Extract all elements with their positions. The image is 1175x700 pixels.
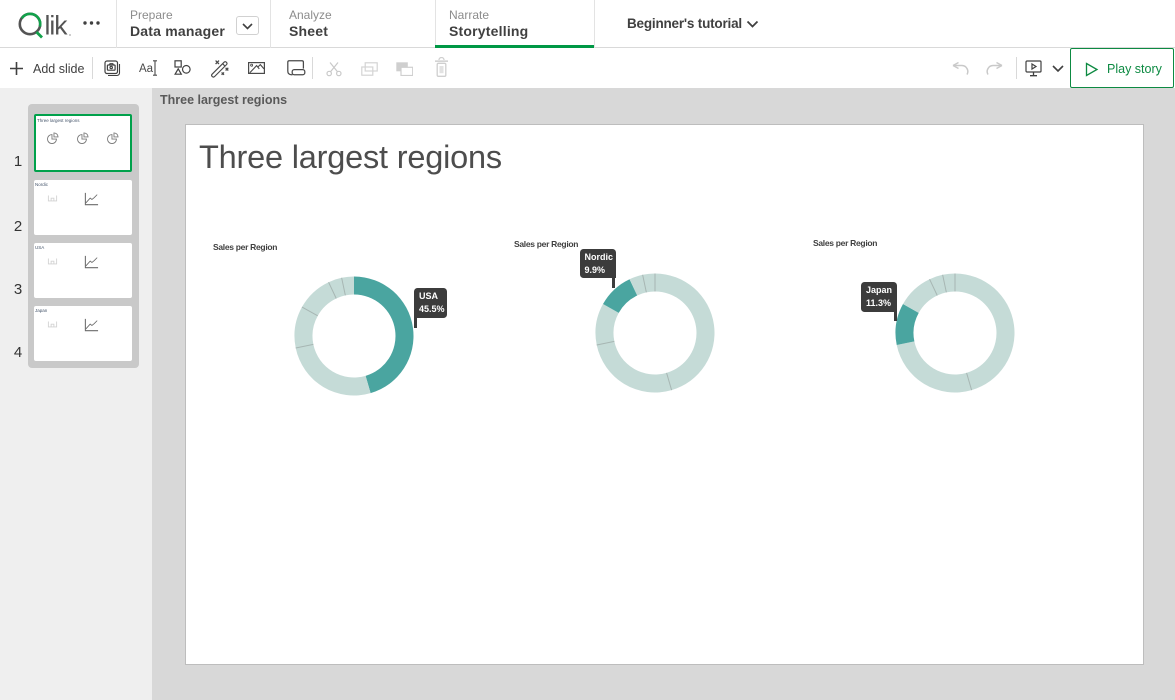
svg-text:lik: lik [45, 11, 69, 40]
